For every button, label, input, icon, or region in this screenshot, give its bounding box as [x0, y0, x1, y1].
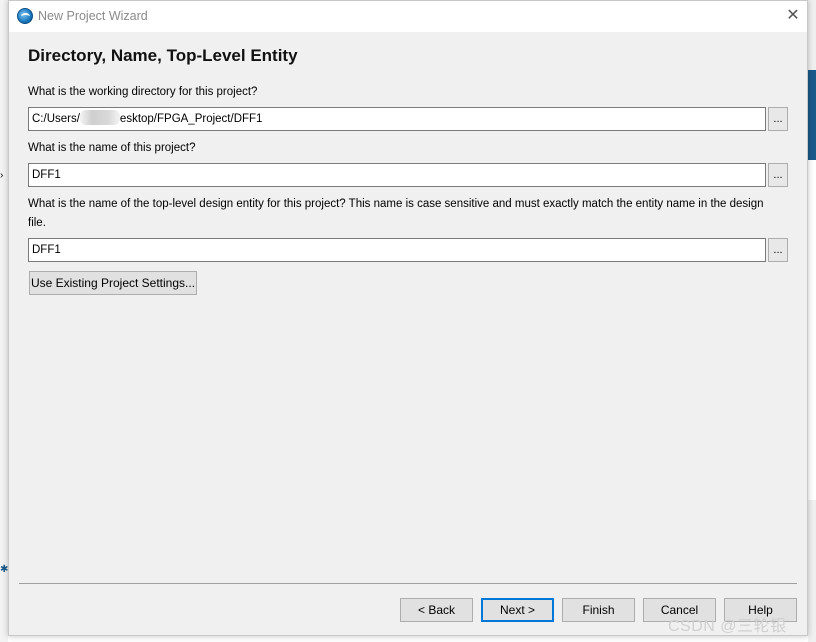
browse-directory-button[interactable]: ...: [768, 107, 788, 131]
browse-top-level-entity-button[interactable]: ...: [768, 238, 788, 262]
top-level-entity-field[interactable]: DFF1: [28, 238, 766, 262]
page-title: Directory, Name, Top-Level Entity: [28, 46, 298, 65]
background-window-left: › ✱: [0, 0, 8, 642]
footer-separator: [19, 583, 797, 584]
title-bar: New Project Wizard ✕: [9, 1, 807, 32]
use-existing-settings-button[interactable]: Use Existing Project Settings...: [29, 271, 197, 295]
watermark: CSDN @三轮银: [668, 618, 787, 635]
directory-value-prefix: C:/Users/: [32, 113, 80, 125]
browse-project-name-button[interactable]: ...: [768, 163, 788, 187]
back-button[interactable]: < Back: [400, 598, 473, 622]
close-icon[interactable]: ✕: [779, 4, 807, 28]
background-panel: [808, 160, 816, 500]
top-level-entity-label: What is the name of the top-level design…: [28, 198, 764, 229]
app-icon: [17, 8, 33, 24]
directory-value-suffix: esktop/FPGA_Project/DFF1: [119, 113, 263, 125]
next-button[interactable]: Next >: [481, 598, 554, 622]
directory-field[interactable]: C:/Users/esktop/FPGA_Project/DFF1: [28, 107, 766, 131]
window-title: New Project Wizard: [38, 9, 148, 23]
background-window-right: [808, 0, 816, 642]
project-name-field[interactable]: DFF1: [28, 163, 766, 187]
directory-label: What is the working directory for this p…: [28, 86, 258, 98]
background-chevron-icon: ›: [0, 170, 4, 181]
finish-button[interactable]: Finish: [562, 598, 635, 622]
new-project-wizard-dialog: New Project Wizard ✕ Directory, Name, To…: [8, 0, 808, 636]
redacted-username: [79, 110, 120, 126]
project-name-label: What is the name of this project?: [28, 142, 196, 154]
